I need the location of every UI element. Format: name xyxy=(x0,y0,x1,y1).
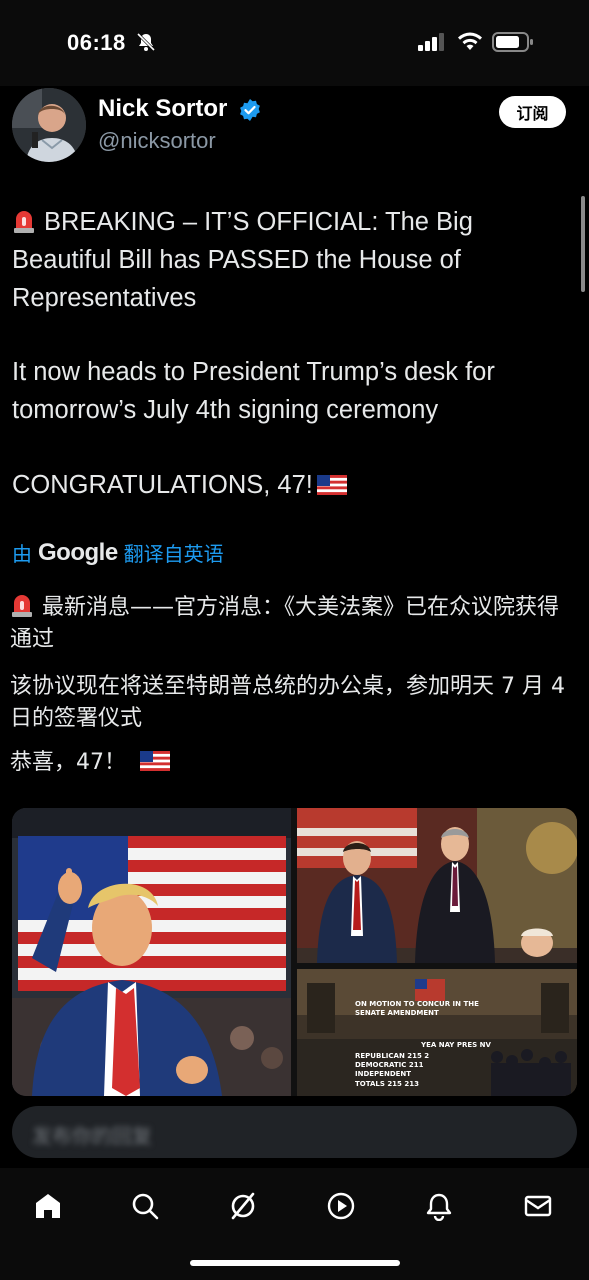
media-grid[interactable]: ON MOTION TO CONCUR IN THE SENATE AMENDM… xyxy=(12,808,577,1096)
us-flag-emoji-icon xyxy=(140,751,170,771)
vote-overlay-line-5: DEMOCRATIC 211 xyxy=(355,1061,424,1069)
tweet-text-1: BREAKING – IT’S OFFICIAL: The Big Beauti… xyxy=(12,208,473,312)
translated-by-google-link[interactable]: 由 Google 翻译自英语 xyxy=(12,538,224,567)
search-icon xyxy=(132,1193,159,1220)
subscribe-button[interactable]: 订阅 xyxy=(499,96,566,128)
photo-trump-pointing[interactable] xyxy=(12,808,291,1096)
translated-paragraph-1: 最新消息——官方消息：《大美法案》已在众议院获得通过 xyxy=(10,592,575,656)
reply-input[interactable]: 发布你的回复 xyxy=(12,1106,577,1158)
bell-icon xyxy=(426,1193,452,1221)
tab-grok[interactable] xyxy=(223,1186,263,1226)
us-flag-emoji-icon xyxy=(316,475,347,495)
home-indicator[interactable] xyxy=(190,1260,400,1266)
translated-paragraph-2: 该协议现在将送至特朗普总统的办公桌，参加明天 7 月 4 日的签署仪式 xyxy=(10,674,565,731)
status-bar: 06:18 xyxy=(0,0,589,86)
vote-overlay-line-3: YEA NAY PRES NV xyxy=(420,1041,491,1049)
verified-badge-icon xyxy=(240,99,260,121)
play-circle-icon xyxy=(327,1192,355,1220)
cellular-signal-icon xyxy=(418,33,444,51)
tweet-paragraph-2: It now heads to President Trump’s desk f… xyxy=(12,358,495,424)
translated-text-3: 恭喜，47！ xyxy=(10,750,126,775)
home-icon xyxy=(36,1194,60,1218)
translated-text-1: 最新消息——官方消息：《大美法案》已在众议院获得通过 xyxy=(10,595,560,652)
siren-emoji-icon xyxy=(14,211,34,233)
scrollbar[interactable] xyxy=(581,196,585,292)
tweet-paragraph-3: CONGRATULATIONS, 47! xyxy=(12,466,572,504)
translated-paragraph-3: 恭喜，47！ xyxy=(10,747,575,779)
grok-icon xyxy=(231,1192,255,1220)
battery-icon xyxy=(492,32,533,52)
tweet-text-3: CONGRATULATIONS, 47! xyxy=(12,471,313,499)
translation-prefix: 由 xyxy=(12,544,32,566)
tweet-paragraph-1: BREAKING – IT’S OFFICIAL: The Big Beauti… xyxy=(12,203,572,317)
author-name[interactable]: Nick Sortor xyxy=(98,95,227,123)
tab-search[interactable] xyxy=(125,1186,165,1226)
google-wordmark: Google xyxy=(38,538,118,566)
tab-notifications[interactable] xyxy=(419,1186,459,1226)
author-avatar[interactable] xyxy=(12,88,86,162)
vote-overlay-line-4: REPUBLICAN 215 2 xyxy=(355,1052,429,1060)
author-handle[interactable]: @nicksortor xyxy=(98,128,216,154)
envelope-icon xyxy=(524,1195,552,1217)
vote-overlay-line-6: INDEPENDENT xyxy=(355,1070,411,1078)
tab-messages[interactable] xyxy=(518,1186,558,1226)
wifi-icon xyxy=(458,32,482,50)
siren-emoji-icon xyxy=(12,595,32,617)
tab-video[interactable] xyxy=(321,1186,361,1226)
status-time: 06:18 xyxy=(67,30,126,55)
reply-placeholder: 发布你的回复 xyxy=(32,1126,152,1148)
tab-home[interactable] xyxy=(28,1186,68,1226)
vote-overlay-line-1: ON MOTION TO CONCUR IN THE xyxy=(355,1000,479,1008)
translation-suffix: 翻译自英语 xyxy=(123,544,224,566)
vote-overlay-line-2: SENATE AMENDMENT xyxy=(355,1009,439,1017)
vote-overlay-line-7: TOTALS 215 213 xyxy=(355,1080,419,1088)
photo-vance-johnson-applause[interactable] xyxy=(297,808,577,963)
bell-off-icon xyxy=(136,32,156,52)
photo-house-vote-tally[interactable]: ON MOTION TO CONCUR IN THE SENATE AMENDM… xyxy=(297,969,577,1096)
